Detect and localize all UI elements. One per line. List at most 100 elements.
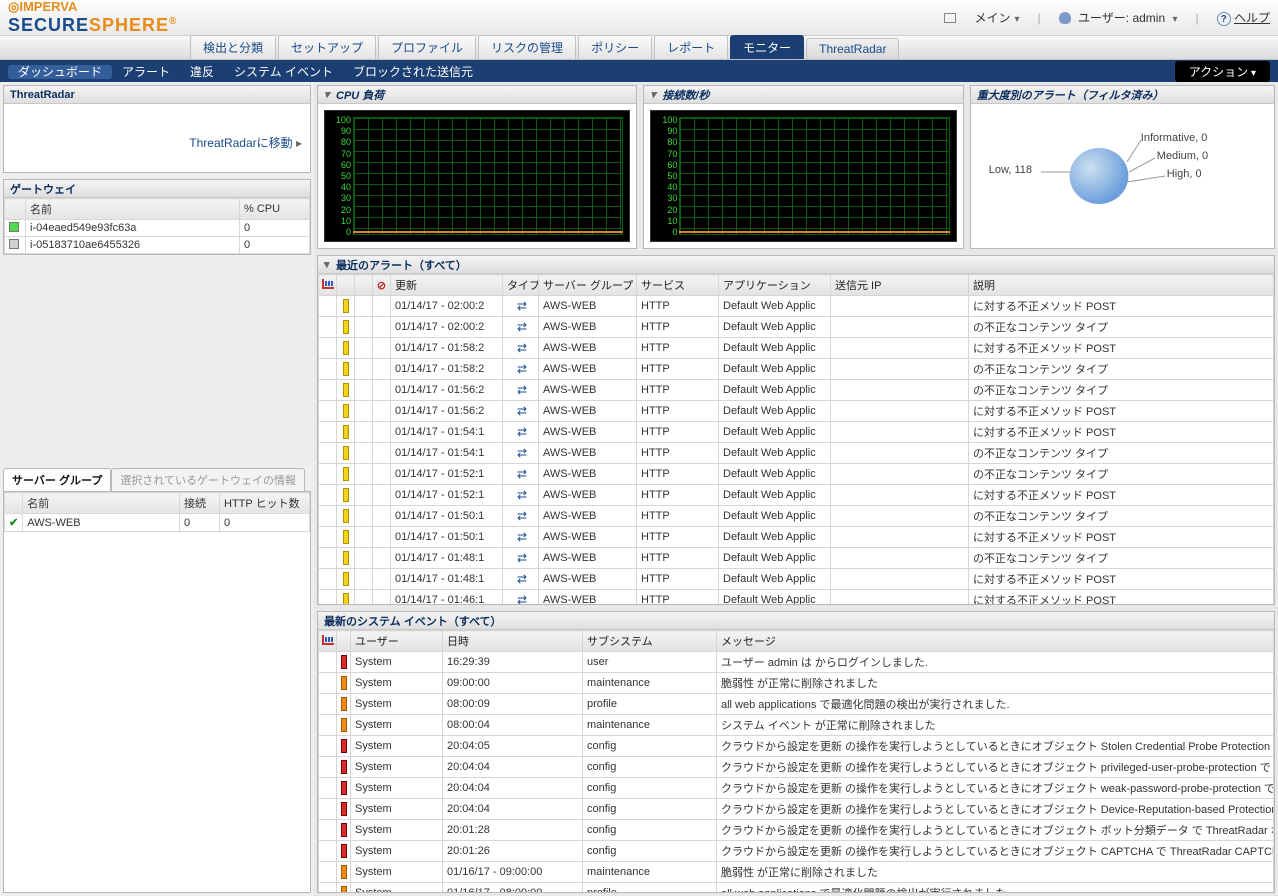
severity-icon [341,718,347,732]
help-link[interactable]: ? ヘルプ [1217,9,1270,27]
col-sev[interactable] [337,631,351,652]
server-group-row[interactable]: ✔AWS-WEB00 [5,514,310,532]
user-prefix: ユーザー: [1078,11,1129,25]
col-user[interactable]: ユーザー [351,631,443,652]
col-conn[interactable]: 接続 [180,493,220,514]
subnav-アラート[interactable]: アラート [112,65,180,79]
direction-icon: ⇄ [517,425,524,439]
subnav-ダッシュボード[interactable]: ダッシュボード [8,65,112,79]
event-row[interactable]: System01/16/17 - 09:00:00maintenance脆弱性 … [319,862,1274,883]
alert-desc: の不正なコンテンツ タイプ [969,506,1274,527]
subnav-違反[interactable]: 違反 [180,65,224,79]
event-row[interactable]: System20:01:26configクラウドから設定を更新 の操作を実行しよ… [319,841,1274,862]
col-srcip[interactable]: 送信元 IP [831,275,969,296]
alert-row[interactable]: 01/14/17 - 01:56:2⇄AWS-WEBHTTPDefault We… [319,401,1274,422]
event-row[interactable]: System20:04:05configクラウドから設定を更新 の操作を実行しよ… [319,736,1274,757]
direction-icon: ⇄ [517,341,524,355]
alert-row[interactable]: 01/14/17 - 01:54:1⇄AWS-WEBHTTPDefault We… [319,422,1274,443]
user-block[interactable]: ユーザー: admin [1059,9,1178,26]
col-message[interactable]: メッセージ [717,631,1274,652]
col-sg-name[interactable]: 名前 [23,493,180,514]
cps-panel: ▾接続数/秒 1009080706050403020100 [643,85,963,249]
alert-row[interactable]: 01/14/17 - 01:48:1⇄AWS-WEBHTTPDefault We… [319,569,1274,590]
event-row[interactable]: System20:01:28configクラウドから設定を更新 の操作を実行しよ… [319,820,1274,841]
alert-row[interactable]: 01/14/17 - 01:48:1⇄AWS-WEBHTTPDefault We… [319,548,1274,569]
alert-sg: AWS-WEB [539,443,637,464]
alert-sg: AWS-WEB [539,422,637,443]
gateway-table: 名前 % CPU i-04eaed549e93fc63a0i-05183710a… [4,198,310,254]
col-app[interactable]: アプリケーション [719,275,831,296]
event-row[interactable]: System20:04:04configクラウドから設定を更新 の操作を実行しよ… [319,778,1274,799]
gateway-row[interactable]: i-05183710ae64553260 [5,237,310,254]
alert-row[interactable]: 01/14/17 - 01:58:2⇄AWS-WEBHTTPDefault We… [319,338,1274,359]
alert-row[interactable]: 01/14/17 - 01:50:1⇄AWS-WEBHTTPDefault We… [319,527,1274,548]
collapse-icon[interactable]: ▾ [324,258,336,271]
subnav-ブロックされた送信元[interactable]: ブロックされた送信元 [343,65,483,79]
threatradar-link[interactable]: ThreatRadarに移動 [189,136,302,150]
tab-リスクの管理[interactable]: リスクの管理 [478,35,576,59]
col-datetime[interactable]: 日時 [443,631,583,652]
col-blank[interactable] [355,275,373,296]
gateway-row[interactable]: i-04eaed549e93fc63a0 [5,220,310,237]
alert-row[interactable]: 01/14/17 - 02:00:2⇄AWS-WEBHTTPDefault We… [319,296,1274,317]
gateway-title: ゲートウェイ [4,180,310,198]
tab-モニター[interactable]: モニター [730,35,804,59]
col-cpu[interactable]: % CPU [240,199,310,220]
col-subsystem[interactable]: サブシステム [583,631,717,652]
collapse-icon[interactable]: ▾ [650,88,662,101]
alert-row[interactable]: 01/14/17 - 01:52:1⇄AWS-WEBHTTPDefault We… [319,464,1274,485]
event-row[interactable]: System08:00:09profileall web application… [319,694,1274,715]
event-row[interactable]: System09:00:00maintenance脆弱性 が正常に削除されました [319,673,1274,694]
col-no-icon[interactable]: ⊘ [373,275,391,296]
event-row[interactable]: System20:04:04configクラウドから設定を更新 の操作を実行しよ… [319,757,1274,778]
alert-row[interactable]: 01/14/17 - 01:46:1⇄AWS-WEBHTTPDefault We… [319,590,1274,605]
main-menu[interactable]: メイン [974,9,1019,26]
col-status[interactable] [5,493,23,514]
col-hits[interactable]: HTTP ヒット数 [220,493,310,514]
col-graph-icon[interactable] [319,275,337,296]
event-row[interactable]: System08:00:04maintenanceシステム イベント が正常に削… [319,715,1274,736]
tab-プロファイル[interactable]: プロファイル [378,35,476,59]
collapse-icon[interactable]: ▾ [324,88,336,101]
tab-レポート[interactable]: レポート [654,35,728,59]
tab-ポリシー[interactable]: ポリシー [578,35,652,59]
tab-検出と分類[interactable]: 検出と分類 [190,35,276,59]
col-name[interactable]: 名前 [26,199,240,220]
alert-row[interactable]: 01/14/17 - 02:00:2⇄AWS-WEBHTTPDefault We… [319,317,1274,338]
alert-desc: に対する不正メソッド POST [969,338,1274,359]
subnav-システム イベント[interactable]: システム イベント [224,65,343,79]
event-subsystem: config [583,799,717,820]
alert-row[interactable]: 01/14/17 - 01:58:2⇄AWS-WEBHTTPDefault We… [319,359,1274,380]
col-desc[interactable]: 説明 [969,275,1274,296]
event-row[interactable]: System01/16/17 - 08:00:09profileall web … [319,883,1274,893]
col-graph-icon[interactable] [319,631,337,652]
col-update[interactable]: 更新 [391,275,503,296]
y-tick: 40 [653,182,677,192]
alert-row[interactable]: 01/14/17 - 01:54:1⇄AWS-WEBHTTPDefault We… [319,443,1274,464]
alert-app: Default Web Applic [719,380,831,401]
event-row[interactable]: System16:29:39userユーザー admin は からログインしまし… [319,652,1274,673]
alert-svc: HTTP [637,380,719,401]
event-row[interactable]: System20:04:04configクラウドから設定を更新 の操作を実行しよ… [319,799,1274,820]
col-type[interactable]: タイプ [503,275,539,296]
alert-time: 01/14/17 - 01:54:1 [391,422,503,443]
col-color[interactable] [5,199,26,220]
alert-row[interactable]: 01/14/17 - 01:52:1⇄AWS-WEBHTTPDefault We… [319,485,1274,506]
sg-empty-area [4,532,310,892]
alert-srcip [831,380,969,401]
severity-icon [343,530,349,544]
alert-desc: に対する不正メソッド POST [969,527,1274,548]
sub-nav: ダッシュボードアラート違反システム イベントブロックされた送信元 アクション [0,60,1278,82]
tab-セットアップ[interactable]: セットアップ [278,35,376,59]
col-svc[interactable]: サービス [637,275,719,296]
tab-gateway-info[interactable]: 選択されているゲートウェイの情報 [111,468,305,491]
col-sg[interactable]: サーバー グループ [539,275,637,296]
severity-icon [341,865,347,879]
col-sev[interactable] [337,275,355,296]
alert-row[interactable]: 01/14/17 - 01:50:1⇄AWS-WEBHTTPDefault We… [319,506,1274,527]
action-menu[interactable]: アクション [1175,61,1270,82]
tab-ThreatRadar[interactable]: ThreatRadar [806,38,899,59]
right-column: ▾CPU 負荷 1009080706050403020100 ▾接続数/秒 10… [314,82,1278,896]
alert-row[interactable]: 01/14/17 - 01:56:2⇄AWS-WEBHTTPDefault We… [319,380,1274,401]
tab-server-group[interactable]: サーバー グループ [3,468,111,491]
